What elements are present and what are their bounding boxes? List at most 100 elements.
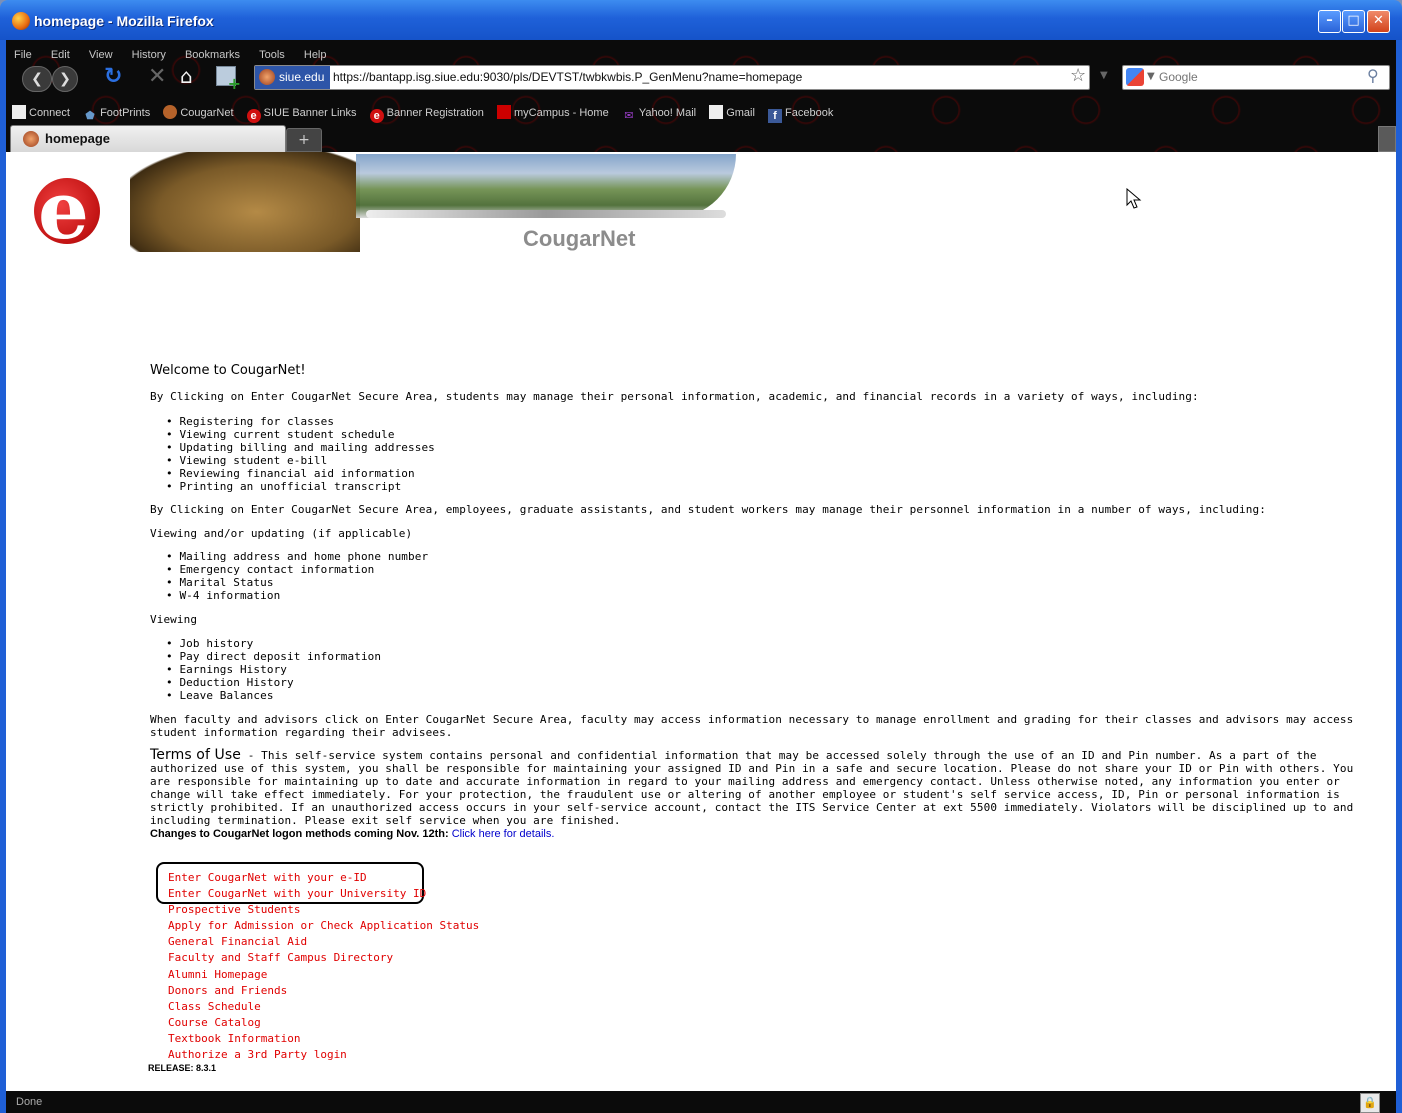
financial-aid-link[interactable]: General Financial Aid	[168, 934, 479, 950]
viewing-label: Viewing	[150, 613, 198, 626]
viewing-updating-label: Viewing and/or updating (if applicable)	[150, 527, 413, 540]
window-titlebar[interactable]: homepage - Mozilla Firefox – □ ✕	[0, 0, 1402, 40]
list-item: Emergency contact information	[166, 563, 428, 576]
reload-icon[interactable]: ↻	[104, 64, 122, 89]
logon-details-link[interactable]: Click here for details.	[452, 828, 555, 840]
addon-icon[interactable]	[216, 66, 241, 93]
minimize-button[interactable]: –	[1318, 10, 1341, 33]
menu-view[interactable]: View	[89, 49, 113, 61]
list-item: W-4 information	[166, 589, 428, 602]
close-button[interactable]: ✕	[1367, 10, 1390, 33]
cougarnet-logo-text: CougarNet	[523, 226, 636, 251]
bookmark-facebook[interactable]: f Facebook	[768, 107, 833, 123]
search-engine-icon[interactable]	[1126, 68, 1144, 86]
enter-with-university-id-link[interactable]: Enter CougarNet with your University ID	[168, 886, 479, 902]
search-input[interactable]	[1159, 68, 1359, 86]
list-item: Leave Balances	[166, 689, 381, 702]
bookmark-star-icon[interactable]: ☆	[1070, 65, 1086, 86]
forward-button[interactable]: ❯	[52, 66, 78, 92]
menu-history[interactable]: History	[132, 49, 166, 61]
search-icon[interactable]: ⚲	[1367, 66, 1379, 85]
cougar-statue-image	[130, 152, 360, 252]
course-catalog-link[interactable]: Course Catalog	[168, 1015, 479, 1031]
tab-homepage[interactable]: homepage	[10, 125, 286, 152]
class-schedule-link[interactable]: Class Schedule	[168, 999, 479, 1015]
maximize-button[interactable]: □	[1342, 10, 1365, 33]
campus-directory-link[interactable]: Faculty and Staff Campus Directory	[168, 950, 479, 966]
menu-file[interactable]: File	[14, 49, 32, 61]
footprints-icon: ⬟	[85, 110, 95, 122]
employee-update-list: Mailing address and home phone number Em…	[166, 550, 428, 602]
bookmark-yahoo-mail[interactable]: ✉ Yahoo! Mail	[622, 107, 696, 123]
page-icon	[12, 105, 26, 119]
home-icon[interactable]: ⌂	[180, 64, 193, 88]
search-bar[interactable]: ▼ ⚲	[1122, 65, 1390, 90]
bookmark-siue-banner-links[interactable]: e SIUE Banner Links	[246, 107, 357, 123]
back-arrow-icon: ❮	[31, 71, 43, 87]
terms-heading: Terms of Use	[150, 747, 241, 763]
bookmarks-toolbar: Connect ⬟ FootPrints CougarNet e SIUE Bann…	[12, 101, 841, 123]
textbook-information-link[interactable]: Textbook Information	[168, 1031, 479, 1047]
apply-admission-link[interactable]: Apply for Admission or Check Application…	[168, 918, 479, 934]
bookmark-gmail[interactable]: Gmail	[709, 105, 755, 119]
authorize-third-party-link[interactable]: Authorize a 3rd Party login	[168, 1047, 479, 1063]
list-item: Earnings History	[166, 663, 381, 676]
list-item: Job history	[166, 637, 381, 650]
list-item: Marital Status	[166, 576, 428, 589]
campus-photo	[356, 154, 736, 218]
terms-body: - This self-service system contains pers…	[150, 749, 1354, 827]
employees-intro: By Clicking on Enter CougarNet Secure Ar…	[150, 503, 1266, 516]
new-tab-button[interactable]: +	[286, 128, 322, 152]
chevron-down-icon[interactable]: ▼	[1147, 71, 1155, 82]
menu-edit[interactable]: Edit	[51, 49, 70, 61]
site-identity-button[interactable]: siue.edu	[255, 66, 331, 89]
donors-friends-link[interactable]: Donors and Friends	[168, 983, 479, 999]
list-item: Viewing student e-bill	[166, 454, 435, 467]
e-logo-icon: e	[369, 109, 384, 123]
bookmark-footprints[interactable]: ⬟ FootPrints	[83, 107, 150, 123]
e-logo: e	[34, 163, 100, 257]
site-favicon	[259, 69, 275, 85]
list-item: Reviewing financial aid information	[166, 467, 435, 480]
bookmark-mycampus[interactable]: myCampus - Home	[496, 105, 609, 119]
student-features-list: Registering for classes Viewing current …	[166, 415, 435, 493]
prospective-students-link[interactable]: Prospective Students	[168, 902, 479, 918]
url-dropdown-icon[interactable]: ▼	[1100, 70, 1108, 81]
list-item: Registering for classes	[166, 415, 435, 428]
employee-view-list: Job history Pay direct deposit informati…	[166, 637, 381, 702]
status-bar: Done 🔒	[6, 1091, 1396, 1113]
menu-bookmarks[interactable]: Bookmarks	[185, 49, 240, 61]
site-identity-label: siue.edu	[279, 70, 325, 84]
menu-help[interactable]: Help	[304, 49, 327, 61]
yahoo-icon: ✉	[624, 110, 634, 122]
status-text: Done	[16, 1096, 43, 1108]
tab-favicon	[23, 131, 39, 147]
url-text[interactable]: https://bantapp.isg.siue.edu:9030/pls/DE…	[333, 66, 802, 89]
back-button[interactable]: ❮	[22, 66, 52, 92]
bookmark-banner-registration[interactable]: e Banner Registration	[369, 107, 484, 123]
release-version: RELEASE: 8.3.1	[148, 1063, 217, 1073]
menu-tools[interactable]: Tools	[259, 49, 285, 61]
terms-of-use: Terms of Use - This self-service system …	[150, 747, 1368, 827]
header-swoosh	[366, 210, 726, 218]
cougar-icon	[163, 105, 178, 119]
list-item: Deduction History	[166, 676, 381, 689]
lock-icon[interactable]: 🔒	[1360, 1093, 1380, 1113]
url-bar[interactable]: siue.edu https://bantapp.isg.siue.edu:90…	[254, 65, 1090, 90]
page-icon	[709, 105, 724, 119]
bookmark-cougarnet[interactable]: CougarNet	[163, 105, 234, 119]
logon-changes-notice: Changes to CougarNet logon methods comin…	[150, 828, 554, 840]
window-title: homepage - Mozilla Firefox	[34, 13, 214, 29]
welcome-heading: Welcome to CougarNet!	[150, 363, 306, 378]
forward-arrow-icon: ❯	[59, 71, 71, 87]
bookmark-connect[interactable]: Connect	[12, 105, 70, 119]
mycampus-icon	[496, 105, 511, 119]
mouse-cursor-icon	[1126, 188, 1142, 209]
tab-list-button[interactable]	[1378, 126, 1396, 152]
stop-icon[interactable]: ✕	[148, 64, 166, 89]
logon-changes-label: Changes to CougarNet logon methods comin…	[150, 828, 449, 840]
tab-label: homepage	[45, 131, 111, 146]
alumni-homepage-link[interactable]: Alumni Homepage	[168, 967, 479, 983]
enter-with-eid-link[interactable]: Enter CougarNet with your e-ID	[168, 870, 479, 886]
students-intro: By Clicking on Enter CougarNet Secure Ar…	[150, 390, 1199, 403]
